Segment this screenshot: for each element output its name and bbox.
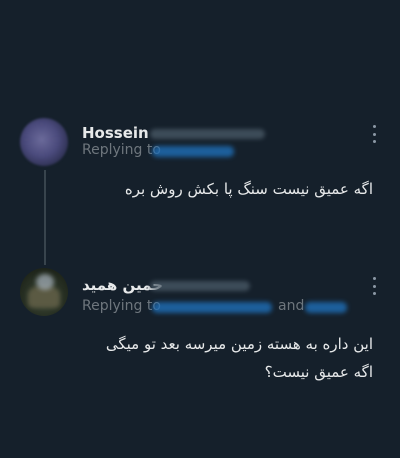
more-options-icon[interactable] [367,124,381,144]
display-name[interactable]: Hossein [82,124,149,142]
blurred-mention-link[interactable] [152,146,234,157]
replying-to-label: Replying to [82,298,161,314]
more-options-icon[interactable] [367,276,381,296]
thread-connector-line [44,170,46,265]
blurred-mention-link[interactable] [152,302,272,313]
replying-to-label: Replying to [82,142,161,158]
avatar[interactable] [20,268,68,316]
tweet-text: اگه عمیق نیست سنگ پا بکش روش بره [124,180,373,198]
blurred-username [150,129,265,139]
blurred-mention-link[interactable] [305,302,347,313]
blurred-username [150,281,250,291]
avatar[interactable] [20,118,68,166]
and-label: and [278,298,305,314]
tweet-text: این داره به هسته زمین میرسه بعد تو میگی … [105,335,373,381]
